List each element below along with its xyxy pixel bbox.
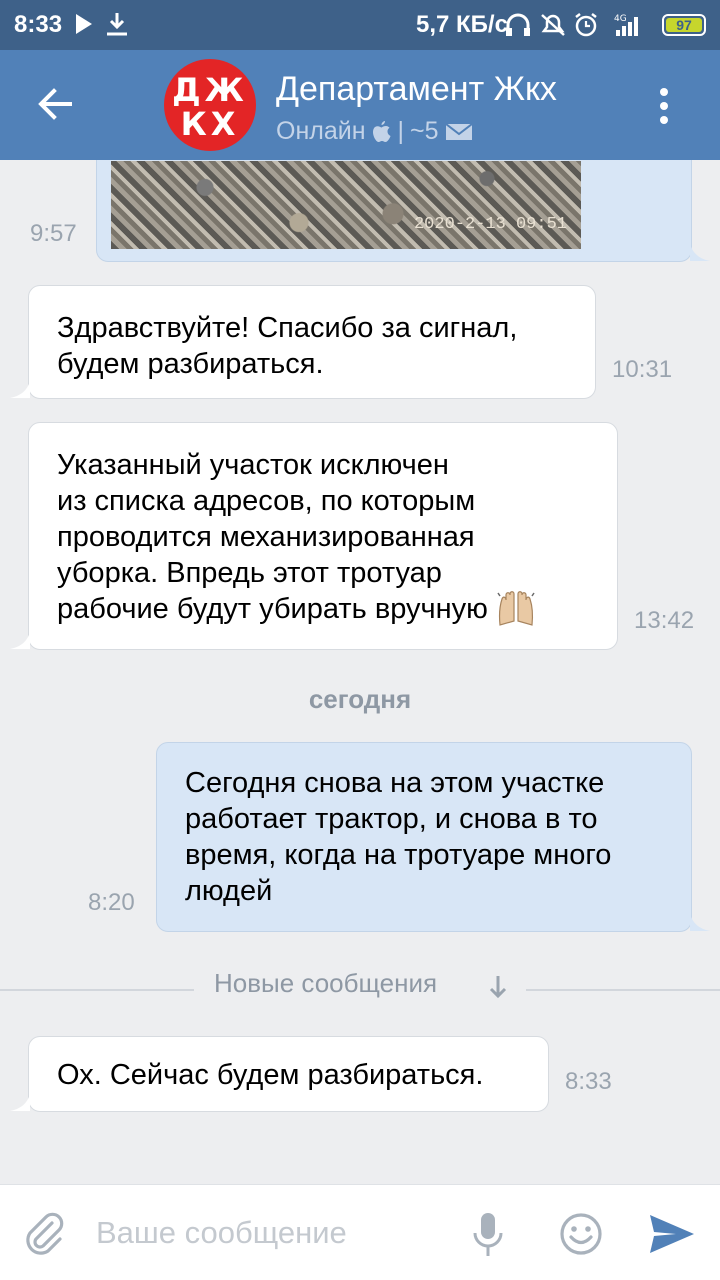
network-speed: 5,7 КБ/с	[416, 11, 508, 38]
back-button[interactable]	[30, 78, 82, 130]
message-time: 13:42	[634, 607, 695, 634]
message-text-line: время, когда на тротуаре много	[185, 839, 612, 871]
attach-button[interactable]	[22, 1211, 68, 1257]
day-separator: сегодня	[308, 684, 412, 714]
signal-icon: 4G	[614, 14, 638, 36]
bubble-tail	[10, 1094, 30, 1111]
message-text-line: Здравствуйте! Спасибо за сигнал,	[57, 312, 518, 344]
message-composer	[0, 1184, 720, 1280]
message-text-line: рабочие будут убирать вручную	[57, 593, 488, 625]
bubble-tail	[10, 632, 30, 649]
message-text-line: людей	[185, 875, 273, 907]
svg-text:4G: 4G	[614, 14, 627, 24]
status-icons: 4G	[506, 13, 638, 37]
message-text-line: Сегодня снова на этом участке	[185, 767, 605, 799]
message-text-line: Ох. Сейчас будем разбираться.	[57, 1059, 484, 1091]
status-time: 8:33	[14, 11, 63, 38]
message-time: 8:20	[88, 889, 135, 916]
battery-icon: 97	[662, 14, 706, 36]
message-text-line: проводится механизированная	[57, 521, 475, 553]
emoji-button[interactable]	[558, 1211, 604, 1257]
more-menu-button[interactable]	[646, 82, 682, 130]
message-text-line: уборка. Впредь этот тротуар	[57, 557, 442, 589]
message-photo[interactable]: 2020-2-13 09:51	[111, 161, 581, 249]
chat-header: ДЖ КХ Департамент Жкх Онлайн | ~5	[0, 50, 720, 160]
message-time: 10:31	[612, 356, 673, 383]
battery-level: 97	[666, 18, 702, 32]
chat-title[interactable]: Департамент Жкх	[276, 70, 557, 109]
photo-timestamp: 2020-2-13 09:51	[413, 215, 567, 234]
send-button[interactable]	[648, 1213, 696, 1255]
arrow-down-icon	[489, 976, 507, 999]
download-icon	[107, 13, 127, 36]
message-input[interactable]	[96, 1213, 436, 1253]
subtitle-separator: |	[397, 117, 405, 145]
avatar[interactable]: ДЖ КХ	[164, 59, 256, 151]
bubble-tail	[690, 244, 710, 261]
message-text-line: из списка адресов, по которым	[57, 485, 476, 517]
message-time: 8:33	[565, 1068, 612, 1095]
photo-message-bubble[interactable]: 2020-2-13 09:51	[96, 160, 692, 262]
chat-subtitle: Онлайн | ~5	[276, 117, 473, 146]
new-messages-separator: Новые сообщения	[0, 968, 720, 1008]
mail-icon	[444, 122, 473, 140]
outgoing-message-bubble[interactable]: Сегодня снова на этом участке работает т…	[156, 742, 692, 932]
message-time: 9:57	[30, 220, 77, 247]
new-messages-label: Новые сообщения	[214, 968, 438, 998]
message-text-line: работает трактор, и снова в то	[185, 803, 598, 835]
incoming-message-bubble[interactable]: Указанный участок исключен из списка адр…	[28, 422, 618, 650]
headphones-icon	[506, 13, 530, 36]
message-text-line: Указанный участок исключен	[57, 449, 449, 481]
apple-icon	[372, 120, 391, 142]
message-text-line: будем разбираться.	[57, 348, 324, 380]
avatar-line-2: КХ	[180, 105, 240, 143]
alarm-icon	[575, 13, 597, 37]
status-bar: 8:33 5,7 КБ/с 4G 97	[0, 0, 720, 50]
avatar-line-1: ДЖ	[172, 71, 248, 109]
microphone-button[interactable]	[470, 1211, 506, 1259]
message-list[interactable]: 2020-2-13 09:51 9:57 Здравствуйте! Спаси…	[0, 160, 720, 1184]
incoming-message-bubble[interactable]: Ох. Сейчас будем разбираться.	[28, 1036, 549, 1112]
online-status: Онлайн	[276, 117, 366, 145]
play-icon	[76, 14, 92, 34]
bubble-tail	[690, 914, 710, 931]
bubble-tail	[10, 381, 30, 398]
message-count: ~5	[410, 117, 439, 145]
mute-bell-icon	[541, 14, 565, 36]
raised-hands-emoji-icon	[497, 591, 535, 626]
incoming-message-bubble[interactable]: Здравствуйте! Спасибо за сигнал, будем р…	[28, 285, 596, 399]
